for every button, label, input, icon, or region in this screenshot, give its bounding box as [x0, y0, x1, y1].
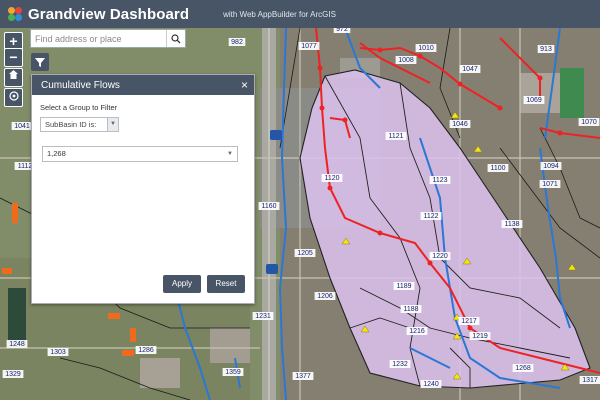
building — [210, 328, 250, 363]
chevron-down-icon: ▼ — [108, 117, 119, 132]
panel-title: Cumulative Flows — [41, 79, 120, 91]
subbasin-label: 1100 — [490, 165, 505, 172]
subbasin-value-select[interactable]: 1,268 ▼ — [42, 146, 238, 162]
subbasin-label: 1122 — [423, 213, 438, 220]
subbasin-label: 1120 — [324, 175, 339, 182]
subbasin-label: 1216 — [409, 328, 425, 335]
subbasin-label: 1094 — [543, 163, 559, 170]
subbasin-label: 1069 — [526, 97, 542, 104]
group-select-value: SubBasin ID is: — [40, 117, 108, 132]
subbasin-label: 1377 — [295, 373, 311, 380]
reset-button[interactable]: Reset — [207, 275, 245, 293]
subbasin-label: 1329 — [5, 371, 21, 378]
filter-icon — [35, 58, 45, 67]
filter-widget-button[interactable] — [31, 53, 49, 71]
subbasin-label: 1359 — [225, 369, 241, 376]
search-button[interactable] — [166, 30, 185, 47]
subbasin-value: 1,268 — [47, 149, 66, 158]
subbasin-label: 913 — [540, 46, 552, 53]
app-logo-icon — [8, 7, 22, 21]
subbasin-label: 1189 — [396, 283, 411, 290]
search-bar — [30, 29, 186, 48]
subbasin-label: 1121 — [388, 133, 403, 140]
subbasin-label: 1077 — [301, 43, 317, 50]
subbasin-label: 1138 — [504, 221, 519, 228]
subbasin-label: 1047 — [462, 66, 478, 73]
group-select[interactable]: SubBasin ID is: ▼ — [40, 117, 246, 132]
subbasin-label: 1240 — [423, 381, 439, 388]
locate-button[interactable] — [4, 88, 23, 107]
subbasin-label: 1286 — [138, 347, 154, 354]
chevron-down-icon: ▼ — [227, 151, 233, 157]
home-icon — [9, 70, 18, 79]
app-header: Grandview Dashboard with Web AppBuilder … — [0, 0, 600, 28]
subbasin-label: 1217 — [461, 318, 477, 325]
zoom-out-button[interactable]: − — [4, 48, 23, 67]
home-button[interactable] — [4, 68, 23, 87]
subbasin-label: 1232 — [392, 361, 408, 368]
panel-header: Cumulative Flows — [32, 75, 254, 95]
subbasin-label: 982 — [231, 39, 243, 46]
subbasin-label: 1231 — [255, 313, 271, 320]
subbasin-label: 1248 — [9, 341, 25, 348]
subbasin-label: 972 — [336, 28, 348, 33]
close-icon[interactable]: × — [241, 78, 248, 92]
search-icon — [171, 33, 181, 43]
subbasin-label: 1206 — [317, 293, 333, 300]
subbasin-label: 1010 — [418, 45, 434, 52]
subbasin-label: 1123 — [432, 177, 447, 184]
subbasin-label: 1317 — [582, 377, 598, 384]
app-subtitle: with Web AppBuilder for ArcGIS — [223, 9, 336, 19]
cumulative-flows-panel: Cumulative Flows × Select a Group to Fil… — [31, 74, 255, 304]
subbasin-label: 1220 — [432, 253, 448, 260]
building — [140, 358, 180, 388]
subbasin-label: 1046 — [452, 121, 468, 128]
apply-button[interactable]: Apply — [163, 275, 201, 293]
subbasin-label: 1160 — [261, 203, 276, 210]
pond — [8, 288, 26, 348]
subbasin-label: 1303 — [50, 349, 66, 356]
app-title: Grandview Dashboard — [28, 5, 190, 23]
subbasin-label: 1041 — [14, 123, 30, 130]
subbasin-label: 1205 — [297, 250, 313, 257]
subbasin-label: 1219 — [472, 333, 488, 340]
locate-icon — [8, 91, 19, 101]
filter-label: Select a Group to Filter — [40, 103, 118, 112]
sports-field — [560, 68, 584, 118]
subbasin-label: 1070 — [581, 119, 597, 126]
panel-body: Select a Group to Filter SubBasin ID is:… — [32, 95, 254, 140]
search-input[interactable] — [31, 31, 167, 46]
subbasin-label: 1008 — [398, 57, 414, 64]
interstate-shield-icon — [270, 130, 282, 140]
interstate-shield-icon — [266, 264, 278, 274]
subbasin-label: 1071 — [542, 181, 558, 188]
subbasin-label: 1268 — [515, 365, 531, 372]
subbasin-label: 1188 — [403, 306, 418, 313]
